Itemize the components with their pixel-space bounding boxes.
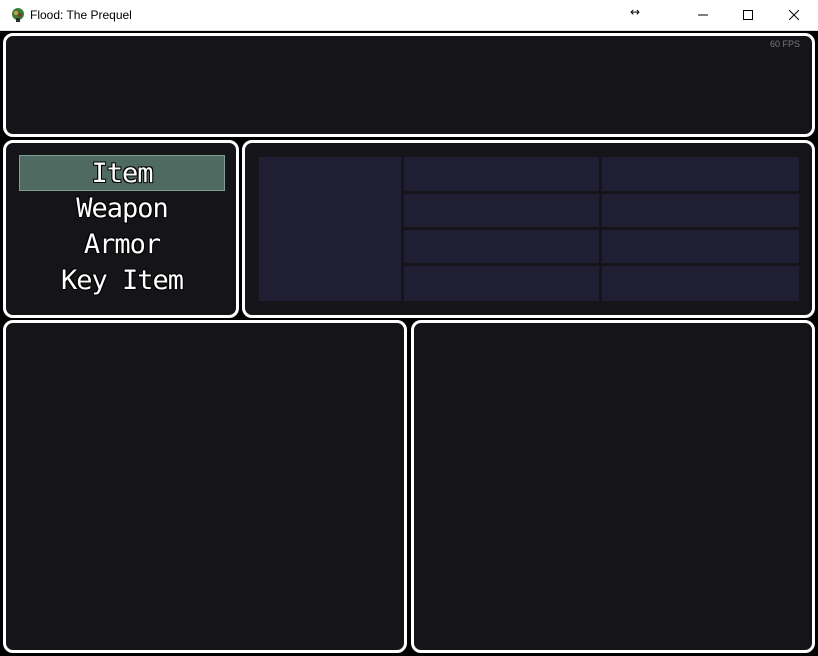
window-titlebar[interactable]: Flood: The Prequel ↔ xyxy=(0,0,818,31)
item-slot[interactable] xyxy=(602,230,799,263)
item-slot-large[interactable] xyxy=(259,157,401,301)
minimize-icon xyxy=(698,14,708,16)
item-slot[interactable] xyxy=(404,157,599,191)
close-icon xyxy=(789,10,799,20)
item-slot[interactable] xyxy=(404,266,599,301)
actor-status-window-right xyxy=(411,320,815,653)
item-slot[interactable] xyxy=(404,230,599,263)
resize-cursor-icon: ↔ xyxy=(630,5,641,19)
category-weapon[interactable]: Weapon xyxy=(19,191,225,227)
minimize-button[interactable] xyxy=(680,0,726,30)
category-armor[interactable]: Armor xyxy=(19,227,225,263)
window-title: Flood: The Prequel xyxy=(30,8,132,22)
item-slot[interactable] xyxy=(602,157,799,191)
fps-counter: 60 FPS xyxy=(769,39,800,49)
actor-status-window-left xyxy=(3,320,407,653)
category-item[interactable]: Item xyxy=(19,155,225,191)
close-button[interactable] xyxy=(771,0,817,30)
item-category-window: Item Weapon Armor Key Item xyxy=(3,140,239,318)
item-slot[interactable] xyxy=(602,266,799,301)
maximize-button[interactable] xyxy=(725,0,771,30)
game-app-icon xyxy=(12,8,24,22)
maximize-icon xyxy=(743,10,753,20)
game-canvas[interactable]: 60 FPS Item Weapon Armor Key Item xyxy=(1,31,817,655)
category-key-item[interactable]: Key Item xyxy=(19,263,225,299)
help-window: 60 FPS xyxy=(3,33,815,137)
item-slot[interactable] xyxy=(404,194,599,227)
item-list-window xyxy=(242,140,815,318)
item-slot[interactable] xyxy=(602,194,799,227)
item-grid xyxy=(259,157,799,301)
category-list: Item Weapon Armor Key Item xyxy=(19,155,225,299)
